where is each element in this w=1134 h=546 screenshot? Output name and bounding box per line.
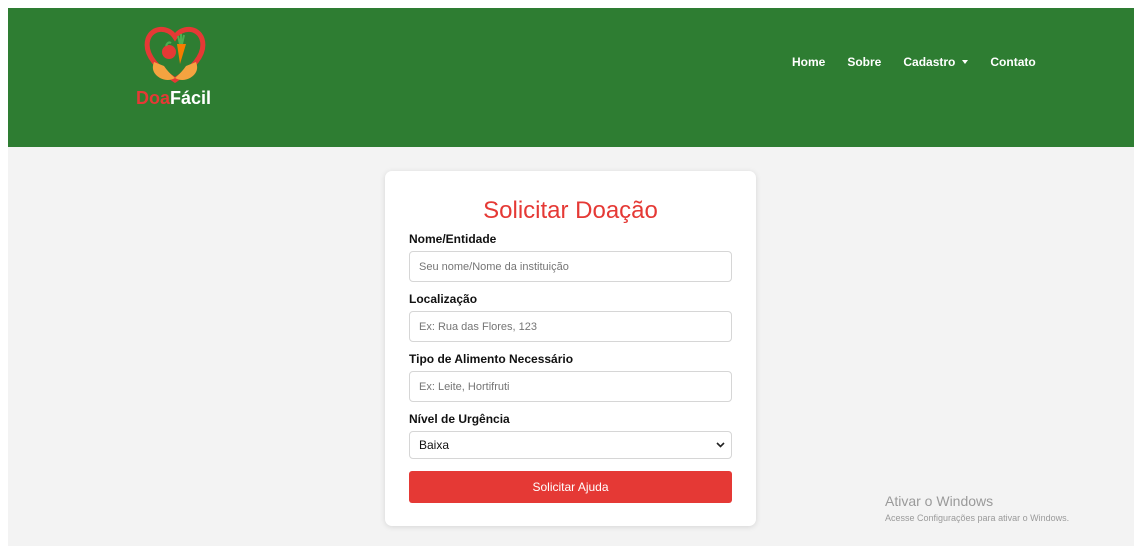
name-label: Nome/Entidade	[409, 232, 497, 246]
food-type-label: Tipo de Alimento Necessário	[409, 352, 574, 366]
nav-sobre[interactable]: Sobre	[847, 55, 881, 69]
location-label: Localização	[409, 292, 478, 306]
watermark-subtitle: Acesse Configurações para ativar o Windo…	[885, 513, 1070, 523]
heart-hands-vegetables-logo-icon	[144, 26, 206, 84]
brand-name-part2: Fácil	[170, 88, 212, 108]
name-input[interactable]	[409, 251, 732, 282]
nav-cadastro-label: Cadastro	[903, 55, 956, 69]
location-input[interactable]	[409, 311, 732, 342]
windows-activation-watermark: Ativar o Windows Acesse Configurações pa…	[885, 493, 1069, 523]
urgency-select[interactable]: Baixa	[409, 431, 732, 459]
nav-contato[interactable]: Contato	[990, 55, 1035, 69]
urgency-label: Nível de Urgência	[409, 412, 510, 426]
nav-cadastro-dropdown[interactable]: Cadastro	[903, 55, 969, 69]
caret-down-icon	[962, 59, 969, 64]
brand-name-part1: Doa	[136, 88, 171, 108]
urgency-selected-value: Baixa	[419, 438, 450, 452]
main-nav: Home Sobre Cadastro Contato	[792, 55, 1058, 69]
watermark-title: Ativar o Windows	[885, 493, 994, 509]
brand-name: DoaFácil	[136, 88, 211, 109]
form-title: Solicitar Doação	[483, 197, 658, 224]
submit-request-button[interactable]: Solicitar Ajuda	[409, 471, 732, 503]
navbar: DoaFácil Home Sobre Cadastro Contato	[8, 8, 1134, 147]
chevron-down-icon	[716, 442, 725, 448]
brand-logo[interactable]: DoaFácil	[136, 22, 226, 114]
nav-home[interactable]: Home	[792, 55, 825, 69]
request-donation-card: Solicitar Doação Nome/Entidade Localizaç…	[385, 171, 756, 526]
food-type-input[interactable]	[409, 371, 732, 402]
